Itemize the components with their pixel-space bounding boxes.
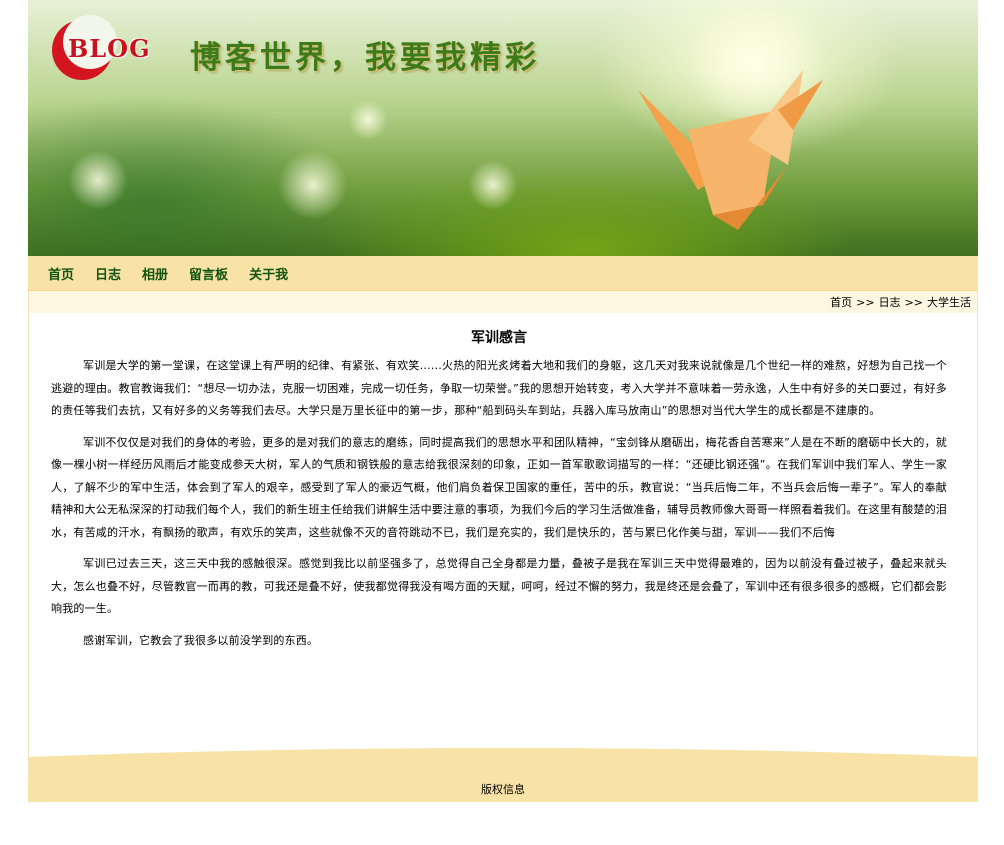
footer-wave-shape: [29, 748, 977, 778]
header-banner: BLOG 博客世界，我要我精彩: [28, 0, 978, 256]
breadcrumb-section[interactable]: 日志: [879, 294, 901, 310]
footer-wave: [28, 747, 978, 778]
site-slogan: 博客世界，我要我精彩: [190, 40, 540, 76]
article-paragraph: 感谢军训，它教会了我很多以前没学到的东西。: [83, 633, 319, 647]
breadcrumb-separator: >>: [904, 295, 923, 309]
bokeh-light: [468, 160, 518, 210]
breadcrumb: 首页 >> 日志 >> 大学生活: [28, 291, 978, 313]
bokeh-light: [68, 150, 128, 210]
breadcrumb-separator: >>: [856, 295, 875, 309]
main-nav: 首页 日志 相册 留言板 关于我: [28, 256, 978, 291]
article-paragraph: 军训不仅仅是对我们的身体的考验，更多的是对我们的意志的磨练，同时提高我们的思想水…: [51, 435, 947, 539]
nav-item-about[interactable]: 关于我: [249, 264, 288, 283]
footer: 版权信息: [28, 778, 978, 802]
paper-crane-image: [638, 70, 823, 230]
breadcrumb-current[interactable]: 大学生活: [927, 294, 971, 310]
nav-item-home[interactable]: 首页: [48, 264, 74, 283]
page: BLOG 博客世界，我要我精彩 首页 日志 相册 留言板 关于我 首页 >> 日…: [28, 0, 978, 802]
footer-copyright[interactable]: 版权信息: [481, 783, 525, 796]
nav-item-journal[interactable]: 日志: [95, 264, 121, 283]
breadcrumb-home[interactable]: 首页: [830, 294, 852, 310]
bokeh-light: [278, 150, 348, 220]
article-title: 军训感言: [471, 330, 527, 346]
nav-item-guestbook[interactable]: 留言板: [189, 264, 228, 283]
bokeh-light: [348, 100, 388, 140]
article-body: 军训感言 军训是大学的第一堂课，在这堂课上有严明的纪律、有紧张、有欢笑……火热的…: [28, 313, 978, 747]
blog-logo[interactable]: BLOG: [42, 12, 152, 82]
nav-item-album[interactable]: 相册: [142, 264, 168, 283]
article-paragraph: 军训已过去三天，这三天中我的感触很深。感觉到我比以前坚强多了，总觉得自己全身都是…: [51, 557, 947, 615]
article-paragraph: 军训是大学的第一堂课，在这堂课上有严明的纪律、有紧张、有欢笑……火热的阳光炙烤着…: [51, 359, 947, 417]
logo-text: BLOG: [68, 34, 151, 63]
